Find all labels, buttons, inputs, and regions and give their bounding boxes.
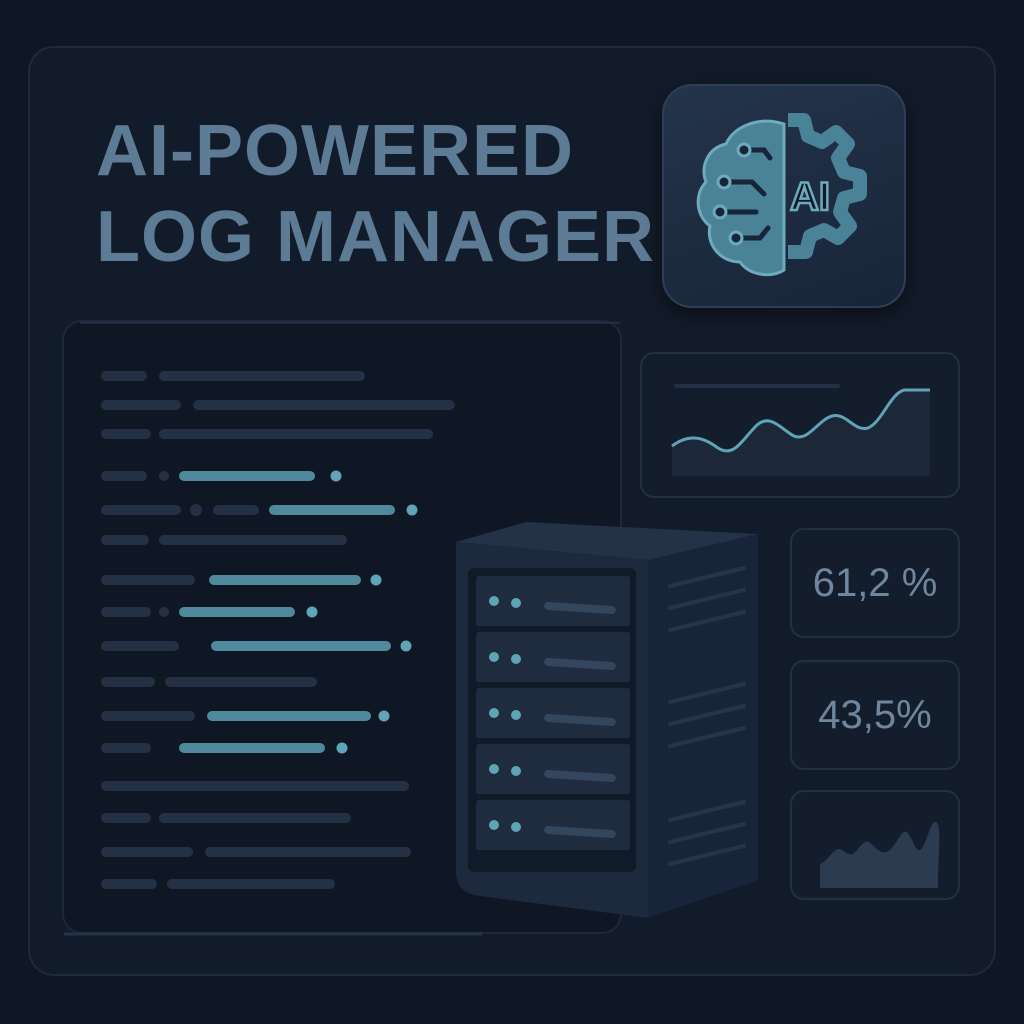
ai-label: AI — [790, 175, 830, 219]
app-icon-tile[interactable]: AI — [662, 84, 906, 308]
line-chart-card[interactable] — [640, 352, 960, 498]
cpu-stat-card[interactable]: 61,2 % — [790, 528, 960, 638]
memory-stat-card[interactable]: 43,5% — [790, 660, 960, 770]
memory-stat-value: 43,5% — [818, 692, 932, 737]
cpu-stat-value: 61,2 % — [812, 560, 938, 605]
server-rack-illustration — [452, 520, 764, 922]
server-rack-icon — [456, 522, 758, 918]
page-title: AI-POWERED LOG MANAGER — [96, 108, 655, 280]
ai-brain-gear-icon: AI — [696, 113, 867, 277]
title-line-2: LOG MANAGER — [96, 197, 655, 277]
line-chart — [671, 384, 930, 476]
title-line-1: AI-POWERED — [96, 111, 574, 191]
area-chart-card[interactable] — [790, 790, 960, 900]
area-chart — [820, 821, 940, 888]
